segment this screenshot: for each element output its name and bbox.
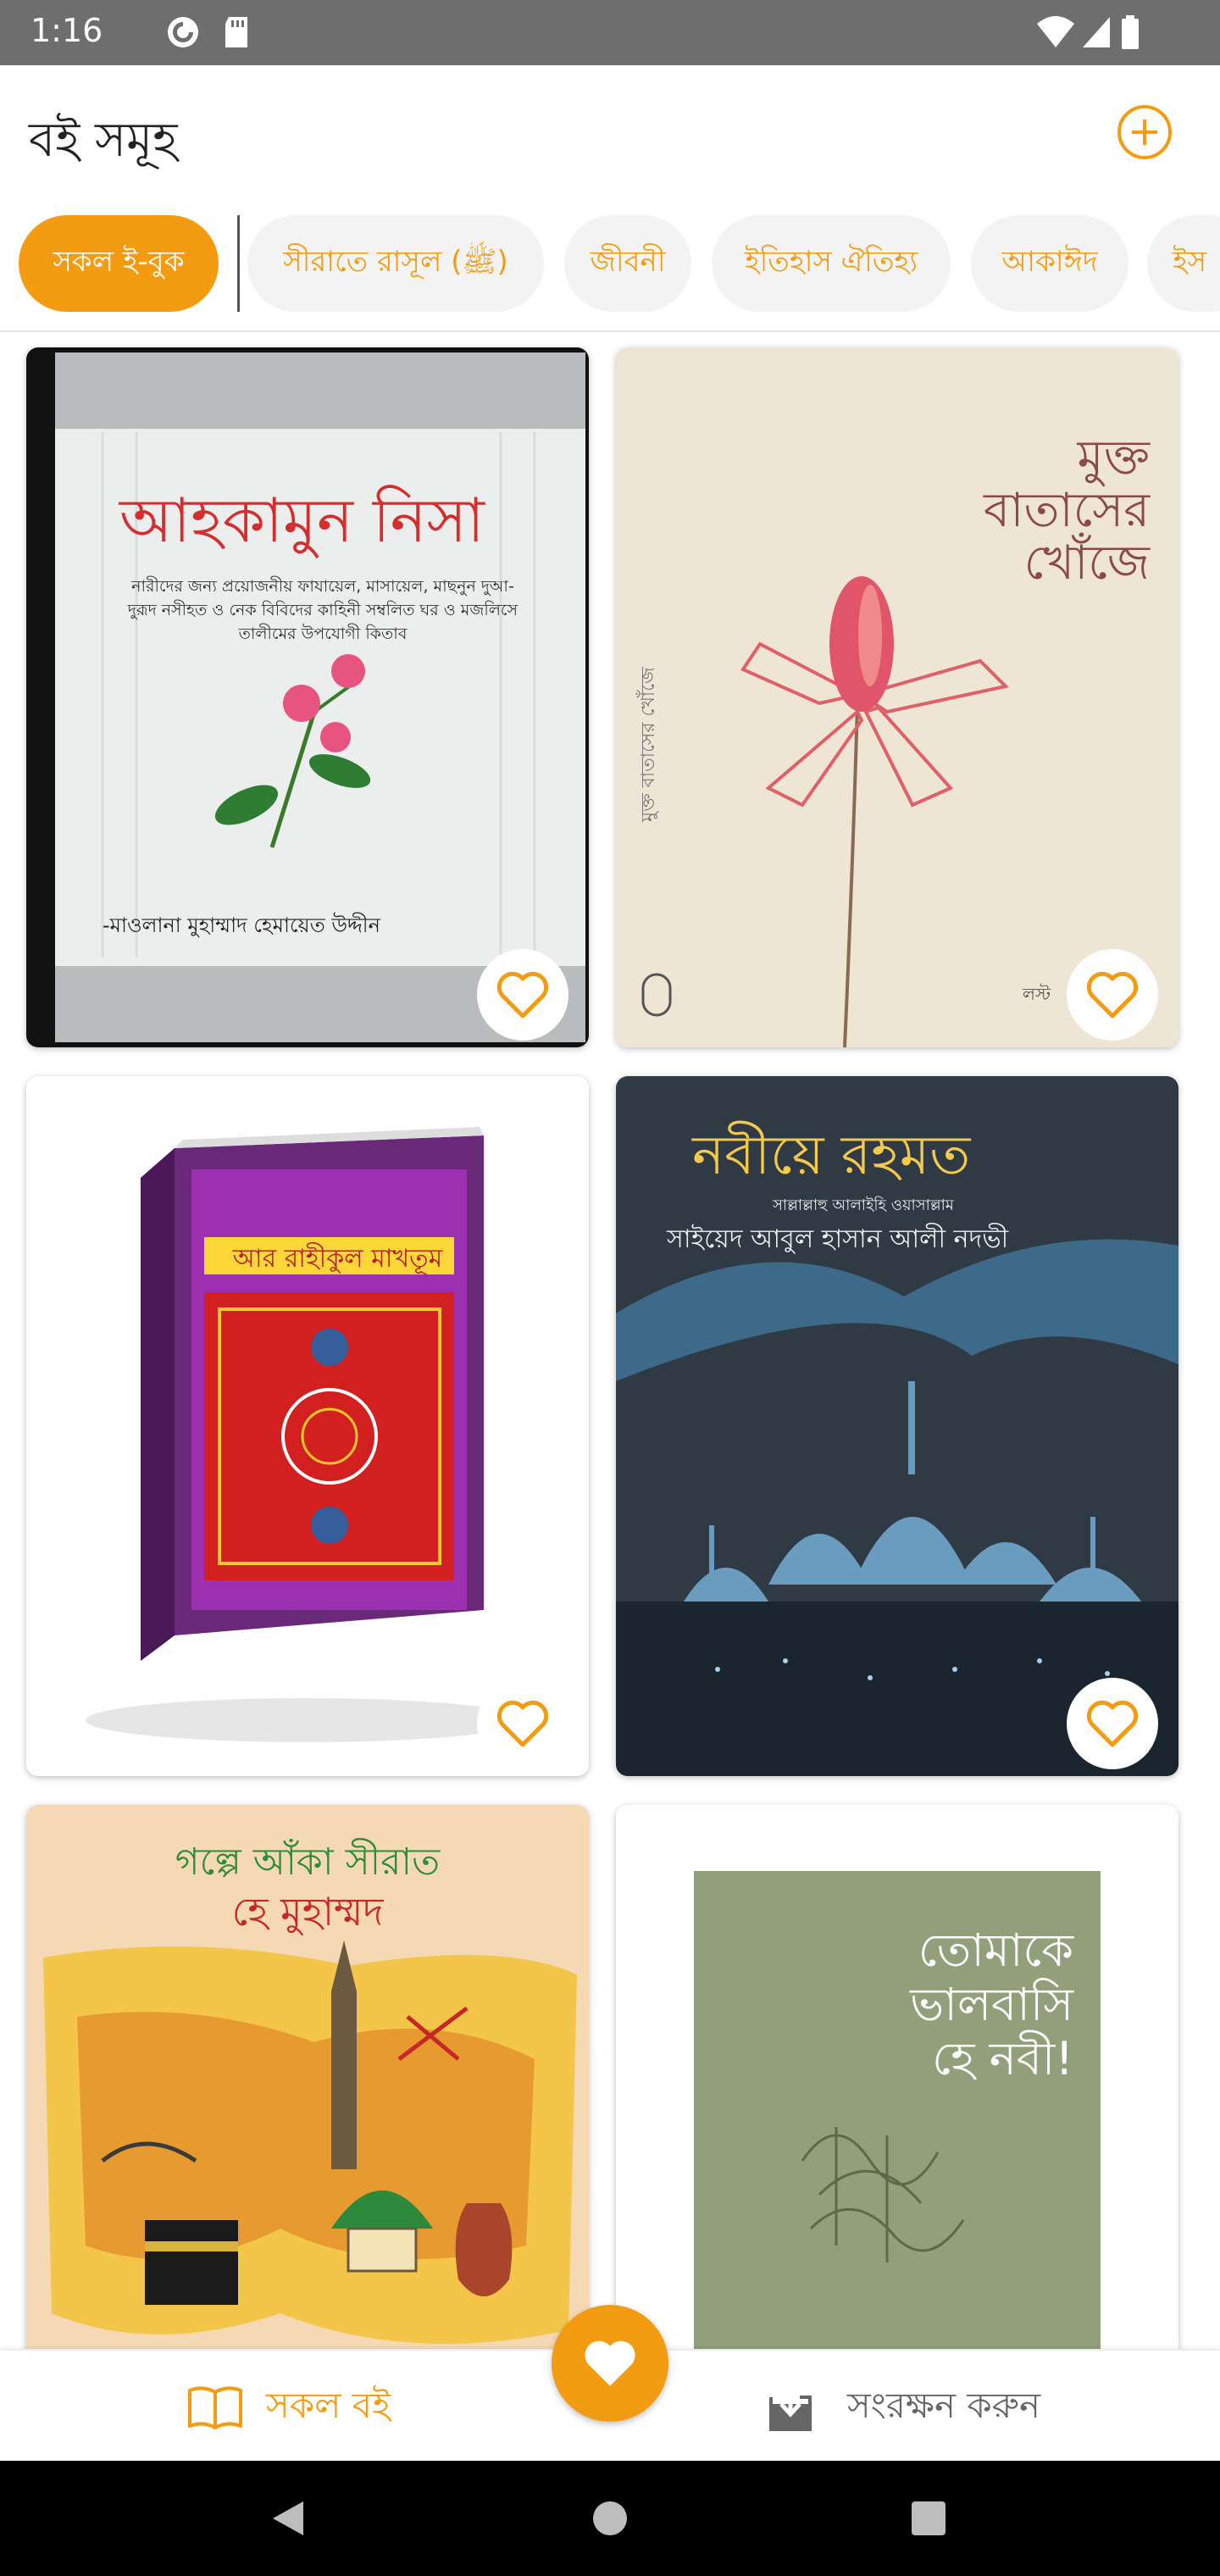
book-card[interactable]: নবীয়ে রহমত সাল্লাল্লাহু আলাইহি ওয়াসাল্… [616, 1076, 1178, 1776]
title-line: বাতাসের [984, 483, 1150, 538]
app-bar: বই সমূহ [0, 65, 1220, 201]
chip-divider [237, 215, 240, 312]
page-title: বই সমূহ [29, 113, 178, 168]
book-card[interactable]: মুক্ত বাতাসের খোঁজে লস্ট মুক্ত বাতাসের খ… [616, 347, 1178, 1047]
pocket-casts-icon [168, 17, 198, 47]
signal-icon [1083, 17, 1110, 47]
book-author: সাইয়েদ আবুল হাসান আলী নদভী [667, 1224, 1009, 1254]
status-bar: 1:16 [0, 0, 1220, 65]
chip-aqaid[interactable]: আকাঈদ [971, 215, 1128, 312]
book-card[interactable]: -মাওলানা মুহাম্মাদ হেমায়েত উদ্দীন আহকাম… [26, 347, 589, 1047]
heart-outline-icon [1086, 971, 1139, 1019]
plus-circle-icon[interactable] [1115, 103, 1174, 162]
title-line: খোঁজে [1023, 536, 1150, 591]
nav-save[interactable]: সংরক্ষন করুন [768, 2378, 1040, 2437]
book-title: আর রাহীকুল মাখতূম [232, 1244, 443, 1274]
system-navigation-bar [0, 2461, 1220, 2576]
chip-seerah[interactable]: সীরাতে রাসূল (ﷺ) [247, 215, 544, 312]
book-open-icon [188, 2386, 242, 2429]
book-title: আহকামুন নিসা [119, 485, 485, 556]
book-spine-text: মুক্ত বাতাসের খোঁজে [636, 667, 659, 823]
favorite-button[interactable] [477, 949, 568, 1041]
title-line: হে নবী! [932, 2032, 1073, 2085]
favorite-button[interactable] [1067, 949, 1158, 1041]
book-subtitle: নারীদের জন্য প্রয়োজনীয় ফাযায়েল, মাসায… [127, 577, 518, 643]
heart-outline-icon [1086, 1700, 1139, 1747]
battery-icon [1122, 15, 1139, 49]
book-title-line2: হে মুহাম্মদ [231, 1889, 384, 1935]
title-line: মুক্ত [1077, 430, 1151, 486]
heart-outline-icon [496, 971, 549, 1019]
sd-card-icon [225, 17, 247, 47]
book-author: -মাওলানা মুহাম্মাদ হেমায়েত উদ্দীন [103, 913, 381, 937]
book-card[interactable]: আর রাহীকুল মাখতূম [26, 1076, 589, 1776]
book-cover [26, 1076, 589, 1776]
book-card[interactable]: গল্পে আঁকা সীরাত হে মুহাম্মদ [26, 1805, 589, 2349]
nav-all-books-label: সকল বই [266, 2384, 391, 2426]
favorites-fab[interactable] [552, 2305, 668, 2422]
book-grid: -মাওলানা মুহাম্মাদ হেমায়েত উদ্দীন আহকাম… [0, 332, 1220, 2349]
book-corner-text: লস্ট [1022, 984, 1051, 1004]
status-time: 1:16 [30, 12, 103, 49]
book-cover: -মাওলানা মুহাম্মাদ হেমায়েত উদ্দীন [26, 347, 589, 1047]
chip-biography[interactable]: জীবনী [564, 215, 691, 312]
wifi-icon [1037, 16, 1074, 47]
chip-all-ebooks[interactable]: সকল ই-বুক [19, 215, 219, 312]
book-subtitle: সাল্লাল্লাহু আলাইহি ওয়াসাল্লাম [773, 1196, 954, 1214]
book-title: তোমাকে ভালবাসি হে নবী! [870, 1924, 1073, 2086]
favorite-button[interactable] [477, 1678, 568, 1769]
book-title: মুক্ত বাতাসের খোঁজে [896, 432, 1150, 590]
nav-save-label: সংরক্ষন করুন [847, 2384, 1041, 2426]
book-title: নবীয়ে রহমত [692, 1124, 971, 1187]
category-chips: সকল ই-বুক সীরাতে রাসূল (ﷺ) জীবনী ইতিহাস … [0, 203, 1220, 330]
download-icon [769, 2384, 812, 2431]
back-icon[interactable] [269, 2500, 307, 2537]
heart-filled-icon [585, 2340, 635, 2386]
chip-more[interactable]: ইস [1147, 215, 1220, 312]
title-line: ভালবাসি [910, 1978, 1073, 2031]
favorite-button[interactable] [1067, 1678, 1158, 1769]
chip-history[interactable]: ইতিহাস ঐতিহ্য [712, 215, 951, 312]
heart-outline-icon [496, 1700, 549, 1747]
home-icon[interactable] [591, 2500, 629, 2537]
book-card[interactable]: তোমাকে ভালবাসি হে নবী! [616, 1805, 1178, 2349]
title-line: তোমাকে [918, 1924, 1073, 1977]
recents-icon[interactable] [910, 2500, 947, 2537]
nav-all-books[interactable]: সকল বই [185, 2378, 391, 2437]
